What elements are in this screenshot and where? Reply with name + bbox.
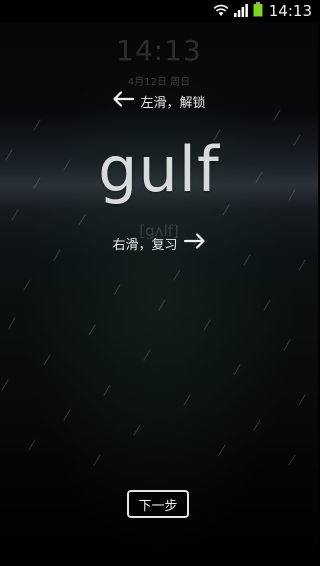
swipe-left-hint: 左滑，解锁 bbox=[0, 90, 318, 112]
signal-icon bbox=[233, 2, 249, 21]
status-bar: 14:13 bbox=[0, 0, 318, 22]
arrow-right-icon bbox=[183, 233, 206, 253]
lock-screen[interactable]: 14:13 14:13 4月12日 周日 左滑，解锁 gulf [gʌlf] 右… bbox=[0, 0, 318, 566]
lockscreen-date: 4月12日 周日 bbox=[127, 77, 191, 88]
status-time: 14:13 bbox=[268, 2, 312, 20]
lockscreen-clock: 14:13 bbox=[116, 34, 202, 67]
vocab-word: gulf bbox=[98, 133, 220, 206]
swipe-right-label: 右滑，复习 bbox=[112, 237, 178, 253]
swipe-right-hint: 右滑，复习 bbox=[0, 232, 318, 254]
wifi-icon bbox=[213, 2, 229, 21]
next-step-button[interactable]: 下一步 bbox=[127, 490, 189, 518]
swipe-left-label: 左滑，解锁 bbox=[140, 95, 206, 111]
arrow-left-icon bbox=[112, 91, 135, 111]
battery-icon bbox=[253, 1, 263, 21]
status-icons: 14:13 bbox=[213, 1, 312, 21]
